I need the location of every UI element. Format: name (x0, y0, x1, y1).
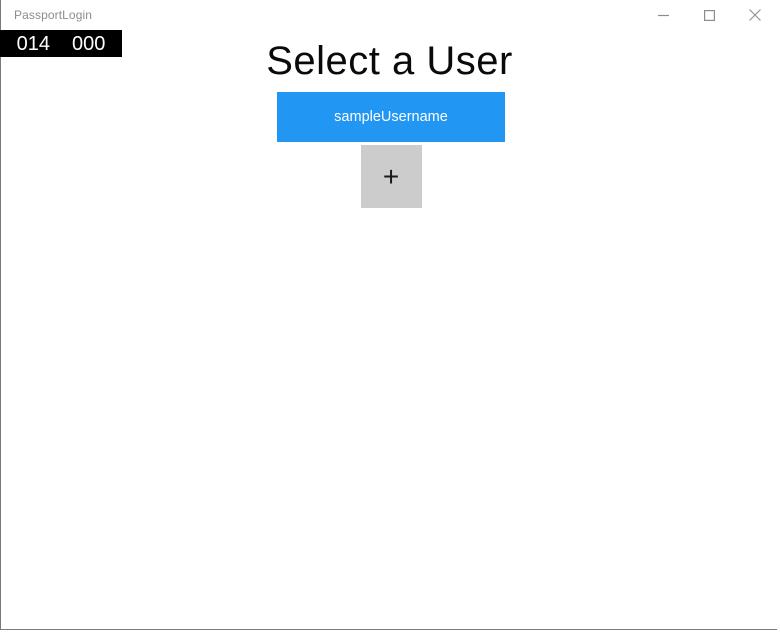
counter-secondary-value: 000 (72, 32, 106, 55)
add-user-button[interactable]: + (360, 145, 422, 208)
application-window: PassportLogin Select a User sampleUserna… (0, 0, 780, 636)
title-bar[interactable]: PassportLogin (1, 0, 778, 30)
window-frame: PassportLogin Select a User sampleUserna… (0, 0, 778, 630)
maximize-icon (703, 9, 715, 21)
minimize-button[interactable] (640, 0, 686, 30)
window-title: PassportLogin (14, 8, 93, 22)
plus-icon: + (382, 160, 400, 192)
maximize-button[interactable] (686, 0, 732, 30)
close-icon (749, 9, 761, 21)
user-button-sampleusername[interactable]: sampleUsername (277, 92, 505, 142)
window-controls (640, 0, 778, 30)
performance-counter-overlay: 014 000 (0, 30, 122, 57)
add-user-row: + (277, 145, 505, 208)
user-list: sampleUsername + (277, 92, 505, 208)
minimize-icon (657, 10, 669, 21)
counter-primary-value: 014 (16, 32, 50, 55)
close-button[interactable] (732, 0, 778, 30)
content-area: Select a User sampleUsername + (1, 30, 778, 629)
